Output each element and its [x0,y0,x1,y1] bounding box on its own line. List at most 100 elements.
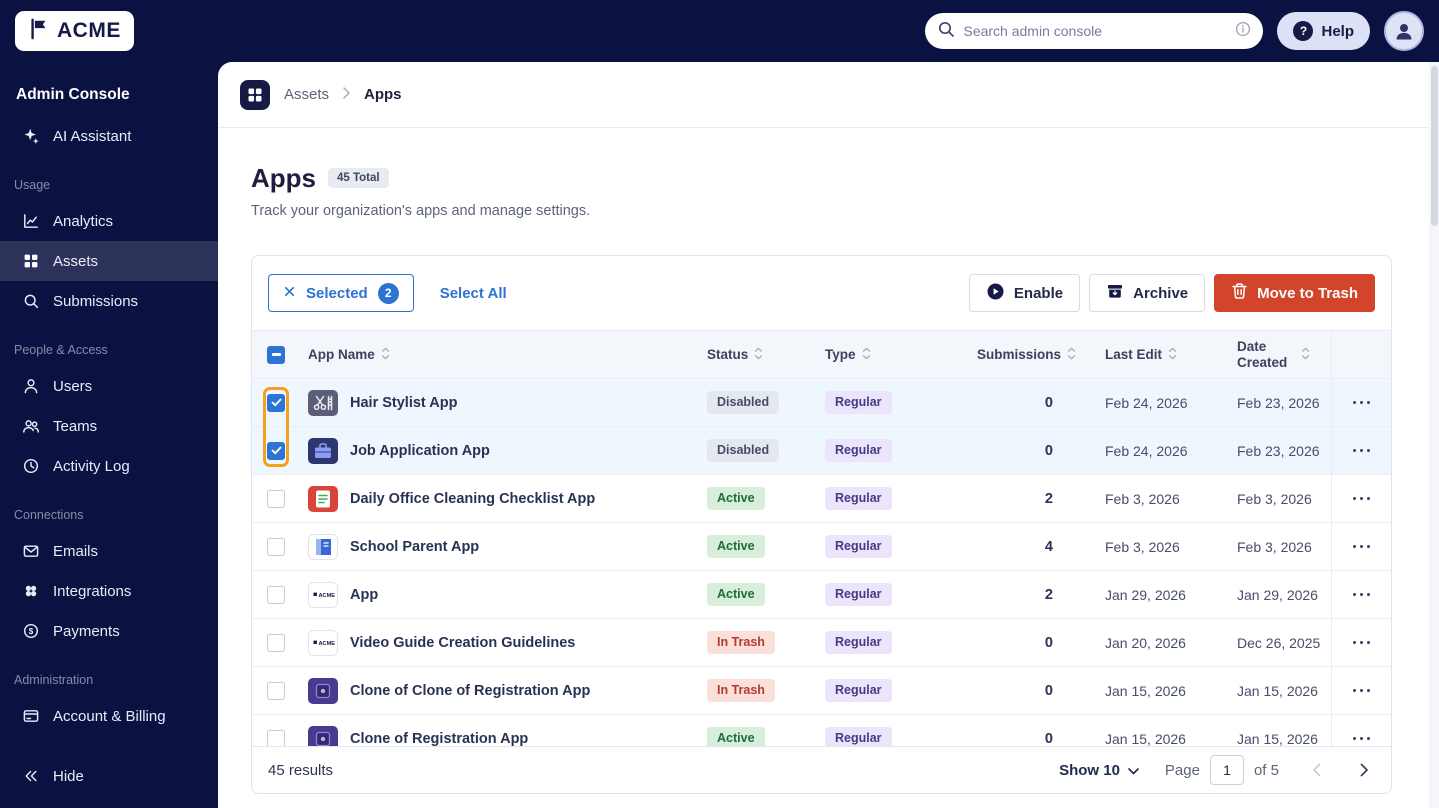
status-badge: Active [707,535,765,558]
logo-text: ACME [57,19,121,42]
app-icon [308,389,338,416]
row-actions-button[interactable] [1331,571,1391,618]
row-actions-button[interactable] [1331,475,1391,522]
next-page-button[interactable] [1353,759,1375,781]
table-row[interactable]: Hair Stylist App Disabled Regular 0 Feb … [252,379,1391,427]
info-icon[interactable] [1235,21,1251,42]
sidebar-item-submissions[interactable]: Submissions [0,281,218,321]
svg-text:$: $ [29,627,34,636]
table-row[interactable]: Job Application App Disabled Regular 0 F… [252,427,1391,475]
double-chevron-left-icon [22,767,40,785]
submissions-count: 0 [1044,634,1053,651]
date-created: Jan 15, 2026 [1237,682,1318,699]
scrollbar-thumb[interactable] [1430,66,1438,226]
type-badge: Regular [825,631,892,654]
last-edit-date: Jan 20, 2026 [1105,634,1186,651]
column-header-date-created[interactable]: Date Created [1229,331,1331,378]
app-icon [308,437,338,464]
row-actions-button[interactable] [1331,427,1391,474]
page-number-input[interactable] [1209,755,1244,785]
help-button[interactable]: ? Help [1277,12,1370,50]
sidebar-item-integrations[interactable]: Integrations [0,571,218,611]
enable-button[interactable]: Enable [968,274,1081,312]
row-checkbox[interactable] [267,489,285,508]
row-checkbox[interactable] [267,393,285,412]
chevron-down-icon [1128,762,1139,779]
row-actions-button[interactable] [1331,379,1391,426]
question-icon: ? [1293,21,1314,41]
column-header-status[interactable]: Status [699,331,817,378]
breadcrumb-assets-link[interactable]: Assets [284,86,329,103]
sort-icon [1168,347,1177,363]
date-created: Feb 3, 2026 [1237,538,1312,555]
row-checkbox[interactable] [267,633,285,652]
sidebar-item-ai-assistant[interactable]: AI Assistant [0,116,218,156]
sidebar-item-payments[interactable]: $ Payments [0,611,218,651]
submissions-count: 4 [1044,538,1053,555]
column-header-type[interactable]: Type [817,331,969,378]
row-checkbox[interactable] [267,537,285,556]
row-actions-button[interactable] [1331,667,1391,714]
table-row[interactable]: Daily Office Cleaning Checklist App Acti… [252,475,1391,523]
row-checkbox[interactable] [267,441,285,460]
row-actions-button[interactable] [1331,619,1391,666]
last-edit-date: Jan 29, 2026 [1105,586,1186,603]
sidebar-hide-button[interactable]: Hide [0,756,218,796]
app-name: Hair Stylist App [350,394,458,411]
analytics-icon [22,212,40,230]
table-row[interactable]: ACME App Active Regular 2 Jan 29, 2026 J… [252,571,1391,619]
column-header-last-edit[interactable]: Last Edit [1097,331,1229,378]
submissions-count: 0 [1044,442,1053,459]
row-checkbox[interactable] [267,585,285,604]
ellipsis-icon [1352,496,1371,501]
sidebar-section-usage: Usage [14,178,51,192]
archive-button[interactable]: Archive [1089,274,1206,312]
row-checkbox[interactable] [267,729,285,748]
sidebar-item-label: Payments [53,622,120,640]
column-header-app-name[interactable]: App Name [300,331,699,378]
search-icon [937,20,955,43]
sparkles-icon [22,127,40,145]
integrations-icon [22,582,40,600]
table-row[interactable]: ACME Video Guide Creation Guidelines In … [252,619,1391,667]
avatar[interactable] [1384,11,1424,51]
submissions-count: 0 [1044,682,1053,699]
assets-breadcrumb-icon [240,79,270,110]
move-to-trash-button[interactable]: Move to Trash [1214,274,1375,312]
selected-count-badge: 2 [377,282,399,304]
row-checkbox[interactable] [267,681,285,700]
ellipsis-icon [1352,592,1371,597]
table-row[interactable]: Clone of Clone of Registration App In Tr… [252,667,1391,715]
app-name: App [350,586,379,603]
window-scrollbar[interactable] [1429,62,1439,808]
sidebar-item-analytics[interactable]: Analytics [0,201,218,241]
submissions-count: 2 [1044,586,1053,603]
status-badge: Disabled [707,391,780,414]
page-size-select[interactable]: Show 10 [1059,762,1139,779]
bulk-actions-toolbar: Selected 2 Select All Enable Archive Mov… [252,256,1391,330]
app-icon [308,485,338,512]
sidebar-item-assets[interactable]: Assets [0,241,218,281]
sidebar-item-label: Emails [53,542,99,560]
column-header-submissions[interactable]: Submissions [969,331,1097,378]
sidebar-item-account-billing[interactable]: Account & Billing [0,696,218,736]
row-actions-button[interactable] [1331,523,1391,570]
sidebar-item-label: Assets [53,252,99,270]
sidebar-item-label: AI Assistant [53,127,132,145]
table-row[interactable]: School Parent App Active Regular 4 Feb 3… [252,523,1391,571]
type-badge: Regular [825,439,892,462]
previous-page-button[interactable] [1305,759,1327,781]
sidebar-item-users[interactable]: Users [0,366,218,406]
date-created: Feb 23, 2026 [1237,442,1320,459]
breadcrumb-current: Apps [364,86,402,103]
select-all-button[interactable]: Select All [440,285,507,302]
sidebar-item-teams[interactable]: Teams [0,406,218,446]
search-input[interactable] [963,23,1228,39]
select-all-checkbox[interactable] [267,345,285,364]
teams-icon [22,417,40,435]
sidebar-item-emails[interactable]: Emails [0,531,218,571]
acme-logo[interactable]: ACME [15,11,134,51]
sidebar-item-activity-log[interactable]: Activity Log [0,446,218,486]
selected-button[interactable]: Selected 2 [268,274,414,312]
sort-icon [754,347,763,363]
